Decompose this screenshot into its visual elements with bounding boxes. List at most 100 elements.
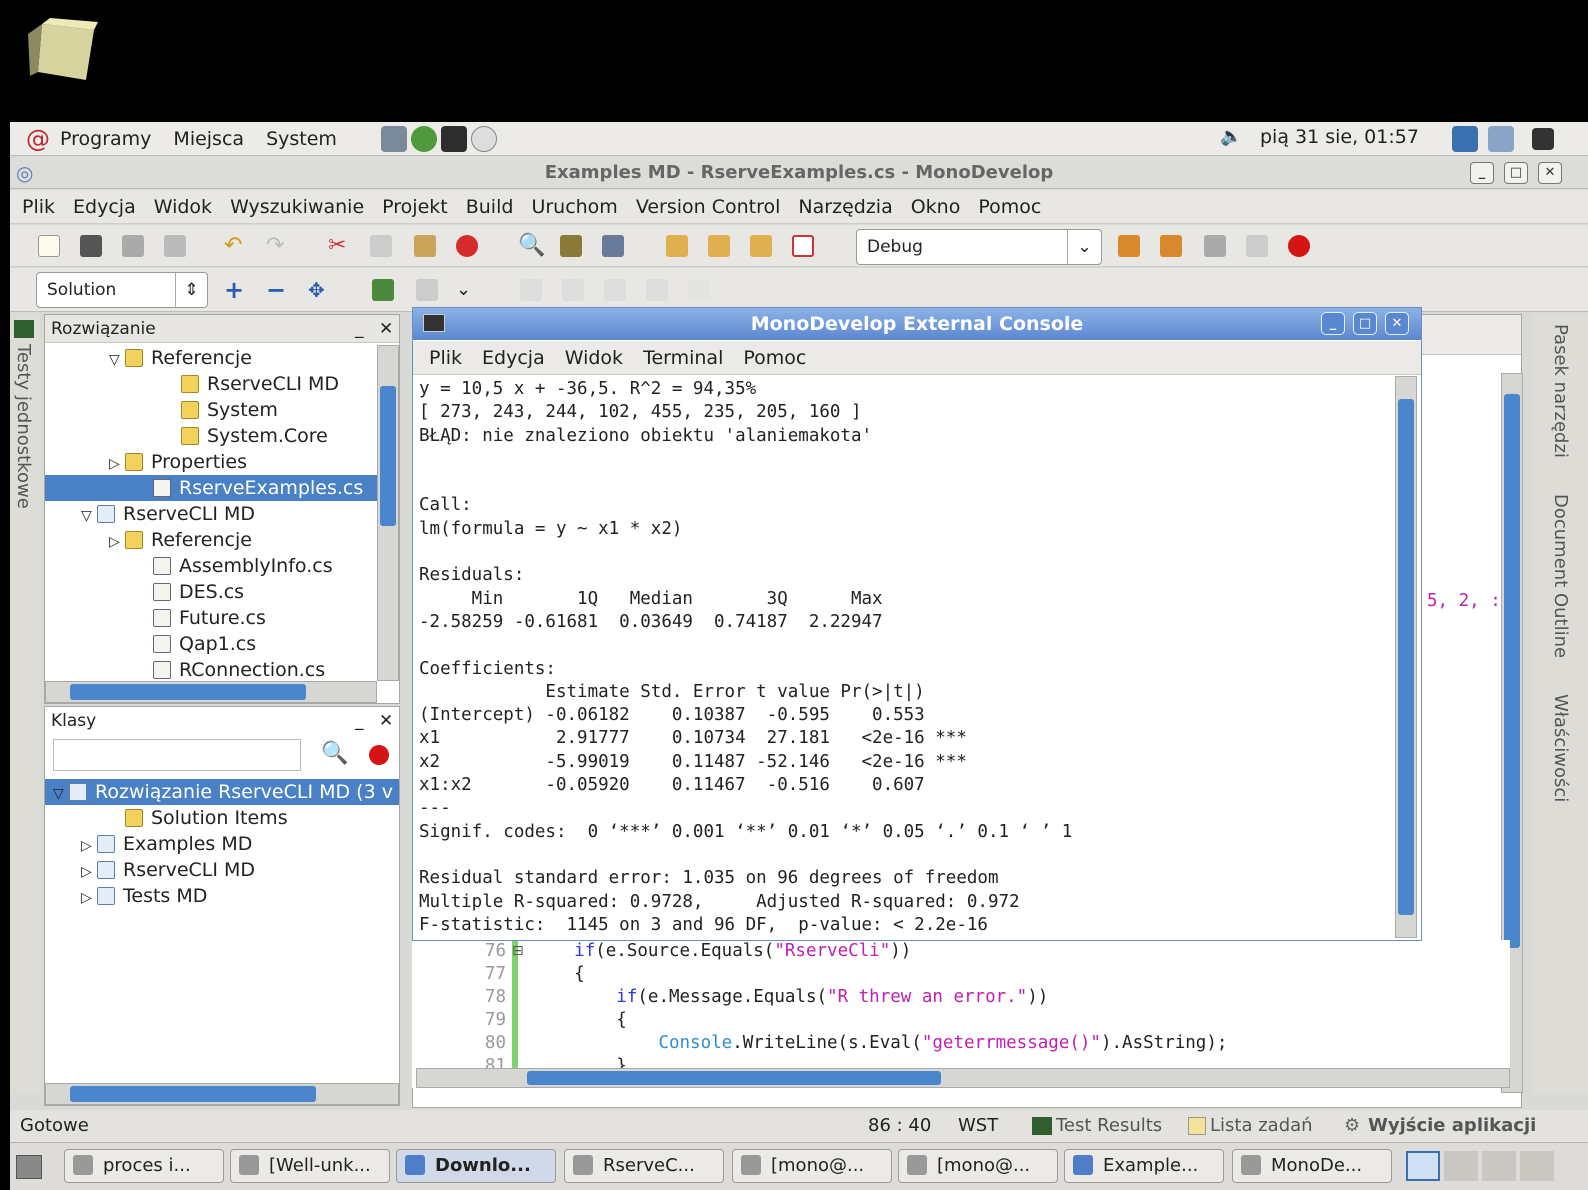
panel-menu-programy[interactable]: Programy <box>60 128 151 150</box>
class-search-input[interactable] <box>53 739 301 771</box>
expander-open-icon[interactable]: ▽ <box>109 347 125 373</box>
close-button[interactable]: ✕ <box>1538 162 1562 184</box>
classes-hscroll-thumb[interactable] <box>70 1086 316 1102</box>
tree-item[interactable]: System <box>45 397 377 423</box>
computer-launcher-icon[interactable] <box>380 125 407 152</box>
tree-item[interactable]: RConnection.cs <box>45 657 377 681</box>
undo-icon[interactable]: ↶ <box>224 235 246 257</box>
open-file-icon[interactable] <box>80 235 102 257</box>
bookmark-clear-icon[interactable] <box>792 235 814 257</box>
tree-item[interactable]: ▷ Examples MD <box>45 831 399 857</box>
console-menu-pomoc[interactable]: Pomoc <box>743 347 806 369</box>
panel-clock[interactable]: pią 31 sie, 01:57 <box>1260 126 1419 148</box>
tree-item[interactable]: Qap1.cs <box>45 631 377 657</box>
code-editor[interactable]: 76 ⊟ if(e.Source.Equals("RserveCli")) 77 {… <box>412 940 1510 1088</box>
task-list-pad[interactable]: Lista zadań <box>1210 1110 1313 1142</box>
expander-closed-icon[interactable]: ▷ <box>109 451 125 477</box>
paste-icon[interactable] <box>414 235 436 257</box>
editor-hscrollbar[interactable] <box>416 1068 1510 1088</box>
toolbox-tab[interactable]: Pasek narzędzi <box>1550 324 1571 458</box>
bookmark-toggle-icon[interactable] <box>666 235 688 257</box>
tree-item[interactable]: DES.cs <box>45 579 377 605</box>
console-maximize-button[interactable]: □ <box>1353 312 1377 335</box>
expander-closed-icon[interactable]: ▷ <box>109 529 125 555</box>
document-outline-tab[interactable]: Document Outline <box>1550 494 1571 658</box>
properties-tab[interactable]: Właściwości <box>1550 694 1571 802</box>
console-close-button[interactable]: ✕ <box>1385 312 1409 335</box>
find-icon[interactable]: 🔍 <box>518 235 545 257</box>
delete-icon[interactable] <box>456 235 478 257</box>
console-menu-edycja[interactable]: Edycja <box>482 347 545 369</box>
solution-select[interactable]: Solution ⇕ <box>36 272 208 308</box>
tree-item[interactable]: System.Core <box>45 423 377 449</box>
panel-close-icon[interactable]: ✕ <box>379 707 393 735</box>
tree-item[interactable]: RserveExamples.cs <box>45 475 377 501</box>
expander-closed-icon[interactable]: ▷ <box>81 885 97 911</box>
window-titlebar[interactable]: ◎ Examples MD - RserveExamples.cs - Mono… <box>10 157 1588 189</box>
panel-minimize-icon[interactable]: _ <box>355 707 364 735</box>
panel-close-icon[interactable]: ✕ <box>379 315 393 343</box>
editor-hscroll-thumb[interactable] <box>527 1071 941 1085</box>
rebuild-icon[interactable] <box>1160 235 1182 257</box>
tree-item[interactable]: ▽ RserveCLI MD <box>45 501 377 527</box>
copy-icon[interactable] <box>370 235 392 257</box>
add-icon[interactable]: + <box>224 278 246 302</box>
console-minimize-button[interactable]: _ <box>1321 312 1345 335</box>
workspace-2[interactable] <box>1444 1151 1478 1181</box>
solution-hscroll-thumb[interactable] <box>70 684 306 700</box>
tree-item[interactable]: AssemblyInfo.cs <box>45 553 377 579</box>
solution-vscrollbar[interactable] <box>377 345 399 681</box>
unit-tests-tab[interactable]: Testy jednostkowe <box>13 344 34 509</box>
taskbar-button[interactable]: RserveC... <box>564 1149 724 1183</box>
new-file-icon[interactable] <box>38 235 60 257</box>
tree-item[interactable]: ▽ Referencje <box>45 345 377 371</box>
tree-item[interactable]: ▽ Rozwiązanie RserveCLI MD (3 v <box>45 779 399 805</box>
console-menu-widok[interactable]: Widok <box>565 347 623 369</box>
expander-open-icon[interactable]: ▽ <box>81 503 97 529</box>
workspace-3[interactable] <box>1482 1151 1516 1181</box>
console-vscroll-thumb[interactable] <box>1398 399 1414 915</box>
menu-pomoc[interactable]: Pomoc <box>978 196 1041 218</box>
application-output-pad[interactable]: Wyjście aplikacji <box>1368 1110 1536 1142</box>
editor-vscroll-thumb[interactable] <box>1504 394 1520 948</box>
volume-icon[interactable]: 🔈 <box>1220 126 1242 147</box>
replace-icon[interactable] <box>602 235 624 257</box>
build-icon[interactable] <box>1118 235 1140 257</box>
show-desktop-icon[interactable] <box>1532 128 1554 150</box>
fold-icon[interactable]: ⊟ <box>512 940 524 963</box>
menu-wyszukiwanie[interactable]: Wyszukiwanie <box>230 196 364 218</box>
taskbar-button[interactable]: [Well-unk... <box>230 1149 390 1183</box>
workspace-4[interactable] <box>1520 1151 1554 1181</box>
menu-build[interactable]: Build <box>466 196 514 218</box>
panel-menu-system[interactable]: System <box>266 128 337 150</box>
test-results-pad[interactable]: Test Results <box>1056 1110 1162 1142</box>
menu-plik[interactable]: Plik <box>22 196 55 218</box>
move-icon[interactable]: ✥ <box>308 279 330 301</box>
maximize-button[interactable]: □ <box>1504 162 1528 184</box>
export-icon[interactable] <box>372 279 394 301</box>
menu-uruchom[interactable]: Uruchom <box>531 196 617 218</box>
cut-icon[interactable]: ✂ <box>328 235 350 257</box>
tree-item[interactable]: Solution Items <box>45 805 399 831</box>
console-menu-plik[interactable]: Plik <box>429 347 462 369</box>
menu-okno[interactable]: Okno <box>911 196 961 218</box>
stop-icon[interactable] <box>1288 235 1310 257</box>
network-icon[interactable] <box>1452 126 1478 152</box>
bookmark-next-icon[interactable] <box>750 235 772 257</box>
console-titlebar[interactable]: MonoDevelop External Console _ □ ✕ <box>413 308 1421 340</box>
expander-open-icon[interactable]: ▽ <box>53 781 69 807</box>
console-menu-terminal[interactable]: Terminal <box>643 347 723 369</box>
run-icon[interactable] <box>1204 235 1226 257</box>
panel-minimize-icon[interactable]: _ <box>355 315 364 343</box>
menu-widok[interactable]: Widok <box>154 196 212 218</box>
expander-closed-icon[interactable]: ▷ <box>81 833 97 859</box>
debug-icon[interactable] <box>1246 235 1268 257</box>
taskbar-button[interactable]: Downlo... <box>396 1149 556 1183</box>
menu-projekt[interactable]: Projekt <box>382 196 448 218</box>
tree-item[interactable]: ▷ RserveCLI MD <box>45 857 399 883</box>
save-all-icon[interactable] <box>164 235 186 257</box>
import-icon[interactable] <box>416 279 438 301</box>
console-vscrollbar[interactable] <box>1395 376 1417 938</box>
browser-launcher-icon[interactable] <box>410 125 437 152</box>
solution-vscroll-thumb[interactable] <box>380 386 396 526</box>
